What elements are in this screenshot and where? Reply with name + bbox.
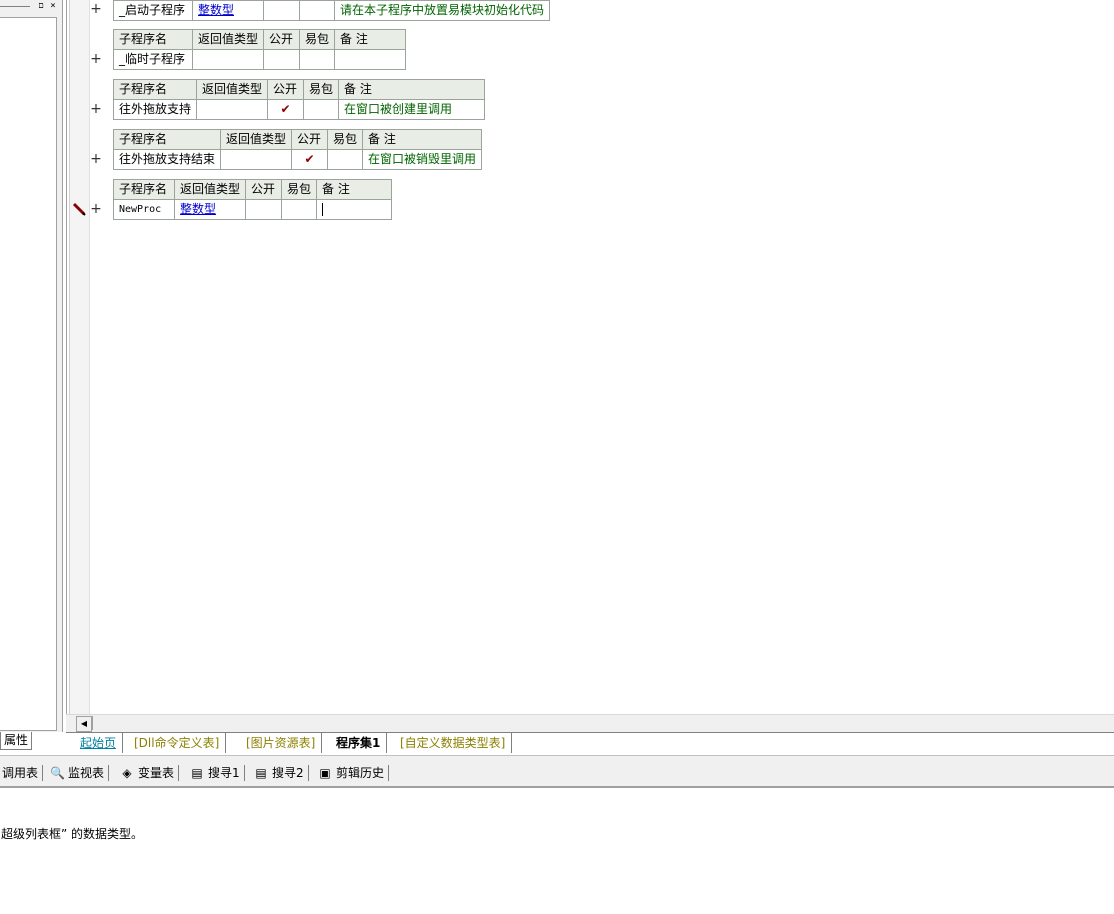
header-name: 子程序名 <box>112 129 222 150</box>
editor-border <box>66 0 67 715</box>
remark-cell[interactable]: 请在本子程序中放置易模块初始化代码 <box>333 0 551 21</box>
output-message: 超级列表框” 的数据类型。 <box>1 827 144 841</box>
tab-dll-commands[interactable]: [Dll命令定义表] <box>128 733 227 753</box>
table-header: 子程序名 返回值类型 公开 易包 备 注 <box>113 29 407 50</box>
procedure-table: 子程序名 返回值类型 公开 易包 备 注 往外拖放支持结束 ✔ 在窗口被销毁里调… <box>112 129 483 170</box>
scroll-left-icon[interactable]: ◀ <box>76 716 92 732</box>
table-header: 子程序名 返回值类型 公开 易包 备 注 <box>112 79 486 100</box>
header-easy-pkg: 易包 <box>303 79 340 100</box>
clipboard-icon: ▣ <box>319 766 331 780</box>
public-cell[interactable] <box>263 49 301 70</box>
tab-properties[interactable]: 属性 <box>0 732 33 750</box>
header-name: 子程序名 <box>113 179 175 200</box>
return-type[interactable]: 整数型 <box>192 0 264 21</box>
header-public: 公开 <box>263 29 301 50</box>
procedure-table: _启动子程序 整数型 请在本子程序中放置易模块初始化代码 <box>113 0 551 21</box>
header-remark: 备 注 <box>338 79 486 100</box>
horizontal-scrollbar[interactable]: ◀ <box>66 714 1114 732</box>
tab-start-page[interactable]: 起始页 <box>74 733 124 753</box>
search-doc-icon: ▤ <box>255 766 267 780</box>
properties-list[interactable] <box>0 17 57 731</box>
easy-pkg-cell[interactable] <box>299 49 336 70</box>
editor-gutter <box>69 0 90 715</box>
easy-pkg-cell[interactable] <box>281 199 318 220</box>
remark-cell[interactable]: 在窗口被销毁里调用 <box>362 149 483 170</box>
titlebar-grip <box>0 6 30 7</box>
table-row: _启动子程序 整数型 请在本子程序中放置易模块初始化代码 <box>113 0 551 21</box>
return-type[interactable]: 整数型 <box>173 199 247 220</box>
public-cell[interactable] <box>263 0 300 21</box>
remark-cell[interactable] <box>334 49 407 70</box>
search1-button[interactable]: ▤ 搜寻1 <box>190 765 245 781</box>
table-header: 子程序名 返回值类型 公开 易包 备 注 <box>112 129 483 150</box>
scroll-thumb[interactable] <box>92 716 109 730</box>
tab-custom-data-types[interactable]: [自定义数据类型表] <box>394 733 513 753</box>
watch-table-button[interactable]: 🔍 监视表 <box>50 765 110 781</box>
return-type[interactable] <box>196 99 269 120</box>
tab-image-resources[interactable]: [图片资源表] <box>240 733 323 753</box>
procedure-name[interactable]: 往外拖放支持结束 <box>112 149 222 170</box>
public-cell[interactable] <box>245 199 283 220</box>
header-remark: 备 注 <box>362 129 483 150</box>
expand-icon[interactable]: + <box>90 151 102 167</box>
expand-icon[interactable]: + <box>90 201 102 217</box>
procedure-table: 子程序名 返回值类型 公开 易包 备 注 NewProc 整数型 <box>113 179 393 220</box>
properties-panel: ם × <box>0 0 63 732</box>
output-panel[interactable]: 超级列表框” 的数据类型。 <box>0 790 1114 914</box>
table-row: 往外拖放支持结束 ✔ 在窗口被销毁里调用 <box>112 149 483 170</box>
tab-program-set-1[interactable]: 程序集1 <box>330 733 388 753</box>
header-remark: 备 注 <box>316 179 393 200</box>
search2-button[interactable]: ▤ 搜寻2 <box>254 765 309 781</box>
text-cursor <box>322 203 324 216</box>
table-header: 子程序名 返回值类型 公开 易包 备 注 <box>113 179 393 200</box>
call-table-button[interactable]: 调用表 <box>2 765 44 781</box>
procedure-table: 子程序名 返回值类型 公开 易包 备 注 _临时子程序 <box>113 29 407 70</box>
procedure-name[interactable]: NewProc <box>113 199 175 220</box>
return-type[interactable] <box>191 49 265 70</box>
procedure-table: 子程序名 返回值类型 公开 易包 备 注 往外拖放支持 ✔ 在窗口被创建里调用 <box>112 79 486 120</box>
clip-history-button[interactable]: ▣ 剪辑历史 <box>318 765 390 781</box>
table-row: NewProc 整数型 <box>113 199 393 220</box>
header-name: 子程序名 <box>113 29 193 50</box>
magnifier-icon: 🔍 <box>50 766 65 780</box>
public-check-icon[interactable]: ✔ <box>291 149 329 170</box>
output-toolbar: 调用表 🔍 监视表 ◈ 变量表 ▤ 搜寻1 ▤ 搜寻2 ▣ 剪辑历史 <box>0 760 1114 788</box>
procedure-name[interactable]: _临时子程序 <box>113 49 193 70</box>
header-remark: 备 注 <box>334 29 407 50</box>
header-return-type: 返回值类型 <box>191 29 265 50</box>
remark-input[interactable] <box>316 199 393 220</box>
table-row: 往外拖放支持 ✔ 在窗口被创建里调用 <box>112 99 486 120</box>
procedure-name[interactable]: 往外拖放支持 <box>112 99 198 120</box>
panel-titlebar: ם × <box>0 0 62 14</box>
public-check-icon[interactable]: ✔ <box>267 99 305 120</box>
header-easy-pkg: 易包 <box>327 129 364 150</box>
return-type[interactable] <box>220 149 293 170</box>
header-return-type: 返回值类型 <box>196 79 269 100</box>
header-return-type: 返回值类型 <box>173 179 247 200</box>
variables-icon: ◈ <box>122 766 132 780</box>
table-row: _临时子程序 <box>113 49 407 70</box>
procedure-name[interactable]: _启动子程序 <box>113 0 193 21</box>
remark-cell[interactable]: 在窗口被创建里调用 <box>338 99 486 120</box>
header-public: 公开 <box>267 79 305 100</box>
expand-icon[interactable]: + <box>90 101 102 117</box>
header-name: 子程序名 <box>112 79 198 100</box>
header-easy-pkg: 易包 <box>281 179 318 200</box>
easy-pkg-cell[interactable] <box>327 149 364 170</box>
expand-icon[interactable]: + <box>90 51 102 67</box>
close-icon[interactable]: × <box>48 1 58 11</box>
easy-pkg-cell[interactable] <box>303 99 340 120</box>
variable-table-button[interactable]: ◈ 变量表 <box>120 765 180 781</box>
header-public: 公开 <box>291 129 329 150</box>
header-public: 公开 <box>245 179 283 200</box>
document-tabs: 起始页 [Dll命令定义表] [图片资源表] 程序集1 [自定义数据类型表] <box>66 732 1114 753</box>
header-easy-pkg: 易包 <box>299 29 336 50</box>
search-doc-icon: ▤ <box>191 766 203 780</box>
header-return-type: 返回值类型 <box>220 129 293 150</box>
pencil-icon <box>72 202 86 216</box>
expand-icon[interactable]: + <box>90 1 102 17</box>
pin-icon[interactable]: ם <box>36 1 46 11</box>
easy-pkg-cell[interactable] <box>299 0 335 21</box>
